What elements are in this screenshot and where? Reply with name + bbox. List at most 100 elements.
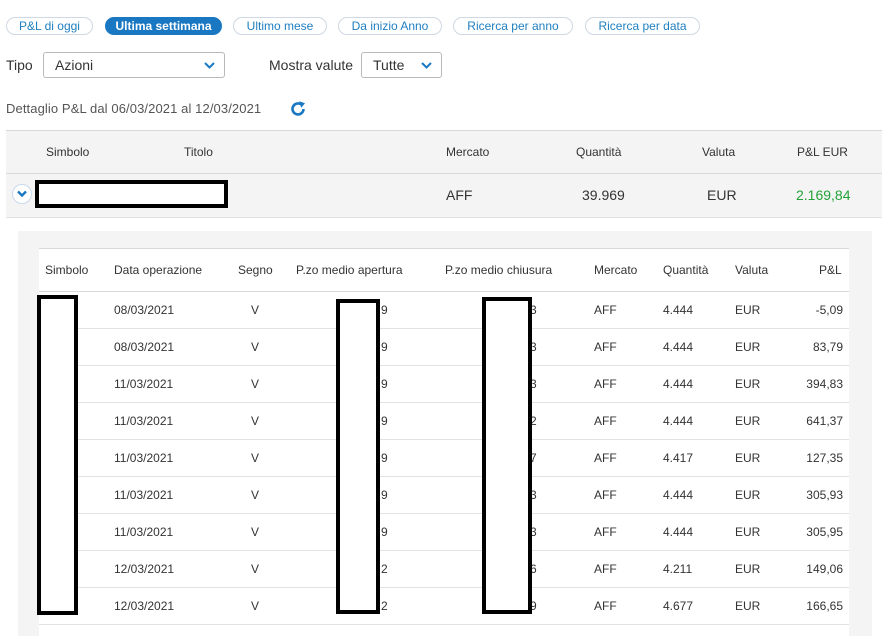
cell-quantita: 4.444: [663, 303, 694, 317]
tipo-select-value: Azioni: [55, 57, 94, 73]
table-row[interactable]: 12/03/2021 V 2 9 AFF 4.677 EUR 166,65: [39, 588, 849, 625]
cell-segno: V: [251, 599, 260, 613]
chevron-down-icon: [17, 190, 27, 198]
sub-header-valuta[interactable]: Valuta: [735, 263, 768, 277]
row-valuta: EUR: [707, 187, 737, 203]
cell-pl: 127,35: [806, 451, 843, 465]
cell-valuta: EUR: [735, 414, 761, 428]
cell-valuta: EUR: [735, 525, 761, 539]
sub-header-data[interactable]: Data operazione: [114, 263, 202, 277]
redacted-chiusura-column: [482, 297, 532, 614]
cell-segno: V: [251, 525, 260, 539]
cell-pl: 305,95: [806, 525, 843, 539]
cell-apertura-tail: 9: [381, 303, 388, 317]
tab-da-inizio-anno[interactable]: Da inizio Anno: [338, 17, 442, 35]
header-titolo[interactable]: Titolo: [184, 145, 213, 159]
sub-header-mercato[interactable]: Mercato: [594, 263, 637, 277]
cell-quantita: 4.444: [663, 488, 694, 502]
cell-segno: V: [251, 488, 260, 502]
tab-ultima-settimana[interactable]: Ultima settimana: [105, 17, 222, 35]
cell-mercato: AFF: [594, 562, 617, 576]
cell-data: 11/03/2021: [114, 377, 174, 391]
tab-ricerca-per-anno[interactable]: Ricerca per anno: [453, 17, 573, 35]
cell-data: 11/03/2021: [114, 414, 174, 428]
tab-pl-oggi[interactable]: P&L di oggi: [6, 17, 93, 35]
valute-select[interactable]: Tutte: [361, 52, 442, 78]
header-mercato[interactable]: Mercato: [446, 145, 489, 159]
row-pl-eur: 2.169,84: [796, 187, 851, 203]
detail-table-header: Simbolo Data operazione Segno P.zo medio…: [39, 248, 849, 292]
cell-quantita: 4.444: [663, 340, 694, 354]
cell-data: 08/03/2021: [114, 340, 175, 354]
main-table-row[interactable]: AFF 39.969 EUR 2.169,84: [6, 174, 882, 218]
tipo-select[interactable]: Azioni: [43, 52, 225, 78]
cell-mercato: AFF: [594, 451, 617, 465]
cell-segno: V: [251, 377, 260, 391]
header-pl-eur[interactable]: P&L EUR: [797, 145, 848, 159]
redacted-simbolo-column: [37, 295, 78, 615]
table-row[interactable]: 08/03/2021 V 9 3 AFF 4.444 EUR -5,09: [39, 292, 849, 329]
chevron-down-icon: [421, 62, 432, 69]
sub-header-simbolo[interactable]: Simbolo: [45, 263, 88, 277]
cell-pl: 83,79: [812, 340, 843, 354]
cell-data: 08/03/2021: [114, 303, 175, 317]
tab-ultimo-mese[interactable]: Ultimo mese: [233, 17, 327, 35]
cell-apertura-tail: 2: [381, 599, 388, 613]
cell-valuta: EUR: [735, 451, 761, 465]
header-quantita[interactable]: Quantità: [576, 145, 621, 159]
redacted-titolo: [35, 180, 228, 208]
cell-quantita: 4.677: [663, 599, 694, 613]
sub-header-quantita[interactable]: Quantità: [663, 263, 708, 277]
row-mercato: AFF: [446, 187, 473, 203]
cell-quantita: 4.444: [663, 377, 694, 391]
cell-pl: 166,65: [806, 599, 843, 613]
row-quantita: 39.969: [582, 187, 625, 203]
table-row[interactable]: 11/03/2021 V 9 7 AFF 4.417 EUR 127,35: [39, 440, 849, 477]
tipo-label: Tipo: [6, 57, 33, 73]
detail-period-text: Dettaglio P&L dal 06/03/2021 al 12/03/20…: [6, 101, 262, 116]
cell-mercato: AFF: [594, 340, 617, 354]
cell-apertura-tail: 9: [381, 414, 388, 428]
cell-pl: -5,09: [815, 303, 843, 317]
table-row[interactable]: 11/03/2021 V 9 3 AFF 4.444 EUR 305,93: [39, 477, 849, 514]
valute-select-value: Tutte: [373, 57, 405, 73]
main-table-header: Simbolo Titolo Mercato Quantità Valuta P…: [6, 130, 882, 174]
sub-header-segno[interactable]: Segno: [238, 263, 273, 277]
cell-data: 11/03/2021: [114, 525, 174, 539]
cell-segno: V: [251, 414, 260, 428]
tab-ricerca-per-data[interactable]: Ricerca per data: [585, 17, 700, 35]
expand-row-button[interactable]: [12, 184, 32, 204]
cell-data: 12/03/2021: [114, 599, 175, 613]
cell-valuta: EUR: [735, 488, 761, 502]
cell-pl: 149,06: [806, 562, 843, 576]
cell-segno: V: [251, 303, 260, 317]
cell-data: 11/03/2021: [114, 451, 174, 465]
cell-segno: V: [251, 340, 260, 354]
table-row[interactable]: 11/03/2021 V 9 3 AFF 4.444 EUR 305,95: [39, 514, 849, 551]
cell-apertura-tail: 9: [381, 377, 388, 391]
cell-mercato: AFF: [594, 525, 617, 539]
header-valuta[interactable]: Valuta: [702, 145, 735, 159]
sub-header-pl[interactable]: P&L: [819, 263, 842, 277]
cell-segno: V: [251, 451, 260, 465]
cell-pl: 305,93: [806, 488, 843, 502]
cell-valuta: EUR: [735, 303, 761, 317]
table-row[interactable]: 11/03/2021 V 9 2 AFF 4.444 EUR 641,37: [39, 403, 849, 440]
cell-apertura-tail: 9: [381, 525, 388, 539]
cell-apertura-tail: 2: [381, 562, 388, 576]
cell-valuta: EUR: [735, 599, 761, 613]
cell-mercato: AFF: [594, 303, 617, 317]
refresh-icon[interactable]: [289, 100, 307, 118]
cell-pl: 394,83: [806, 377, 843, 391]
table-row[interactable]: 12/03/2021 V 2 6 AFF 4.211 EUR 149,06: [39, 551, 849, 588]
sub-header-chiusura[interactable]: P.zo medio chiusura: [445, 263, 552, 277]
mostra-valute-label: Mostra valute: [269, 57, 354, 73]
table-row[interactable]: 08/03/2021 V 9 3 AFF 4.444 EUR 83,79: [39, 329, 849, 366]
cell-apertura-tail: 9: [381, 340, 388, 354]
cell-apertura-tail: 9: [381, 488, 388, 502]
cell-apertura-tail: 9: [381, 451, 388, 465]
header-simbolo[interactable]: Simbolo: [46, 145, 89, 159]
table-row[interactable]: 11/03/2021 V 9 3 AFF 4.444 EUR 394,83: [39, 366, 849, 403]
sub-header-apertura[interactable]: P.zo medio apertura: [296, 263, 403, 277]
chevron-down-icon: [204, 62, 215, 69]
